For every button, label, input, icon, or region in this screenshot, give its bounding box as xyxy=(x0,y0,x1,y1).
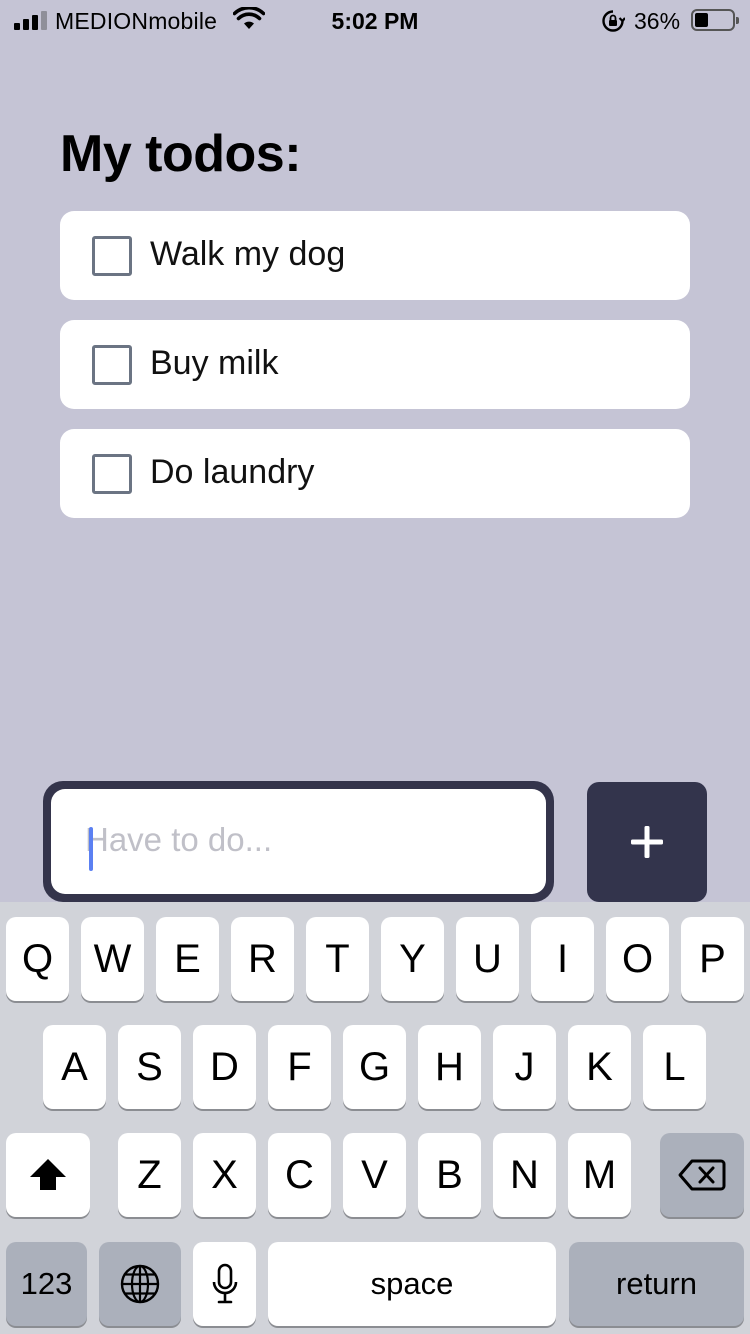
battery-icon xyxy=(691,9,739,31)
todo-label: Do laundry xyxy=(150,453,315,491)
return-key[interactable]: return xyxy=(569,1242,744,1326)
on-screen-keyboard: Q W E R T Y U I O P A S D F G H J K L Z … xyxy=(0,902,750,1334)
orientation-lock-icon xyxy=(602,10,625,32)
key-g[interactable]: G xyxy=(343,1025,406,1109)
key-h[interactable]: H xyxy=(418,1025,481,1109)
backspace-icon xyxy=(678,1159,726,1191)
key-z[interactable]: Z xyxy=(118,1133,181,1217)
key-m[interactable]: M xyxy=(568,1133,631,1217)
new-todo-input[interactable] xyxy=(85,815,525,865)
plus-icon xyxy=(631,826,663,858)
key-a[interactable]: A xyxy=(43,1025,106,1109)
text-caret xyxy=(89,827,93,871)
key-y[interactable]: Y xyxy=(381,917,444,1001)
key-k[interactable]: K xyxy=(568,1025,631,1109)
key-b[interactable]: B xyxy=(418,1133,481,1217)
todo-label: Buy milk xyxy=(150,344,279,382)
microphone-icon xyxy=(212,1263,237,1304)
todo-item[interactable]: Do laundry xyxy=(60,429,690,518)
microphone-key[interactable] xyxy=(193,1242,256,1326)
page-title: My todos: xyxy=(60,125,302,183)
status-bar: MEDIONmobile 5:02 PM 36% xyxy=(0,0,750,40)
new-todo-field xyxy=(43,781,554,902)
key-x[interactable]: X xyxy=(193,1133,256,1217)
todo-checkbox[interactable] xyxy=(92,454,132,494)
todo-checkbox[interactable] xyxy=(92,236,132,276)
key-p[interactable]: P xyxy=(681,917,744,1001)
key-i[interactable]: I xyxy=(531,917,594,1001)
space-key[interactable]: space xyxy=(268,1242,556,1326)
key-u[interactable]: U xyxy=(456,917,519,1001)
backspace-key[interactable] xyxy=(660,1133,744,1217)
key-j[interactable]: J xyxy=(493,1025,556,1109)
key-c[interactable]: C xyxy=(268,1133,331,1217)
key-n[interactable]: N xyxy=(493,1133,556,1217)
key-q[interactable]: Q xyxy=(6,917,69,1001)
todo-item[interactable]: Walk my dog xyxy=(60,211,690,300)
numbers-key[interactable]: 123 xyxy=(6,1242,87,1326)
battery-percentage: 36% xyxy=(634,8,681,34)
key-o[interactable]: O xyxy=(606,917,669,1001)
key-d[interactable]: D xyxy=(193,1025,256,1109)
new-todo-field-inner xyxy=(51,789,546,894)
key-w[interactable]: W xyxy=(81,917,144,1001)
globe-icon xyxy=(120,1264,160,1304)
key-v[interactable]: V xyxy=(343,1133,406,1217)
key-t[interactable]: T xyxy=(306,917,369,1001)
todo-checkbox[interactable] xyxy=(92,345,132,385)
globe-key[interactable] xyxy=(99,1242,181,1326)
shift-key[interactable] xyxy=(6,1133,90,1217)
todo-item[interactable]: Buy milk xyxy=(60,320,690,409)
key-e[interactable]: E xyxy=(156,917,219,1001)
shift-icon xyxy=(30,1159,66,1190)
add-todo-button[interactable] xyxy=(587,782,707,902)
todo-label: Walk my dog xyxy=(150,235,346,273)
todo-list: Walk my dog Buy milk Do laundry xyxy=(60,211,690,538)
key-s[interactable]: S xyxy=(118,1025,181,1109)
key-l[interactable]: L xyxy=(643,1025,706,1109)
key-r[interactable]: R xyxy=(231,917,294,1001)
key-f[interactable]: F xyxy=(268,1025,331,1109)
